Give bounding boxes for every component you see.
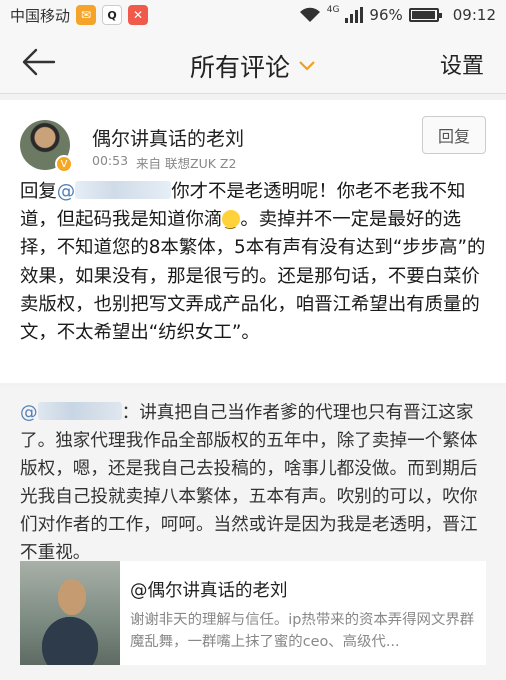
back-button[interactable] — [20, 46, 60, 78]
app-notification-icon: ✉ — [76, 5, 97, 25]
avatar[interactable]: V — [20, 120, 73, 173]
battery-fill — [411, 11, 435, 19]
battery-icon — [408, 8, 442, 22]
comment-card: V 偶尔讲真话的老刘 00:53 来自 联想ZUK Z2 回复 回复@ 你才不是老… — [0, 100, 506, 383]
quoted-redacted-username — [37, 402, 122, 420]
redacted-username — [75, 181, 172, 199]
quoted-post[interactable]: @ ：讲真把自己当作者爹的代理也只有晋江这家了。独家代理我作品全部版权的五年中，除… — [0, 387, 506, 680]
shared-post-thumbnail — [20, 561, 120, 665]
comment-meta: 00:53 来自 联想ZUK Z2 — [92, 153, 236, 172]
comment-filter-dropdown[interactable]: 所有评论 — [190, 48, 316, 84]
carrier-label: 中国移动 — [10, 6, 71, 25]
comment-time: 00:53 — [92, 153, 129, 168]
app-header: 所有评论 设置 — [0, 30, 506, 94]
comment-body: 回复@你才不是老透明呢！你老不老我不知道，但起码我是知道你滴。卖掉并不一定是最好… — [20, 178, 486, 347]
mention-link[interactable]: @ — [56, 181, 172, 202]
smile-emoji-icon — [222, 208, 241, 236]
comment-source: 来自 联想ZUK Z2 — [136, 156, 237, 171]
status-bar: 中国移动 ✉ Q ✕ 4G 96% 09:12 — [0, 0, 506, 30]
signal-icon — [345, 7, 364, 23]
quoted-text: ：讲真把自己当作者爹的代理也只有晋江这家了。独家代理我作品全部版权的五年中，除了… — [20, 403, 478, 563]
quoted-mention-at: @ — [20, 403, 38, 423]
verified-badge-icon: V — [55, 155, 73, 173]
network-type-label: 4G — [326, 4, 340, 15]
app-notification-icon-2: ✕ — [128, 5, 149, 25]
qq-icon: Q — [102, 5, 123, 25]
comment-author[interactable]: 偶尔讲真话的老刘 — [92, 124, 244, 151]
shared-post-title: @偶尔讲真话的老刘 — [130, 581, 288, 601]
reply-prefix: 回复 — [20, 181, 57, 202]
battery-percent: 96% — [369, 6, 403, 24]
chevron-down-icon — [299, 61, 315, 71]
quoted-mention-link[interactable]: @ — [20, 402, 122, 423]
page-title: 所有评论 — [189, 53, 290, 82]
wifi-icon — [299, 7, 320, 22]
shared-post-card[interactable]: @偶尔讲真话的老刘 谢谢非天的理解与信任。ip热带来的资本弄得网文界群魔乱舞，一… — [20, 561, 486, 665]
quoted-post-text: @ ：讲真把自己当作者爹的代理也只有晋江这家了。独家代理我作品全部版权的五年中，除… — [20, 399, 486, 567]
clock: 09:12 — [452, 6, 496, 24]
shared-post-description: 谢谢非天的理解与信任。ip热带来的资本弄得网文界群魔乱舞，一群嘴上抹了蜜的ceo… — [130, 612, 475, 650]
settings-button[interactable]: 设置 — [440, 48, 484, 80]
back-arrow-icon — [22, 48, 56, 76]
mention-at: @ — [56, 181, 76, 202]
reply-button[interactable]: 回复 — [422, 116, 486, 154]
